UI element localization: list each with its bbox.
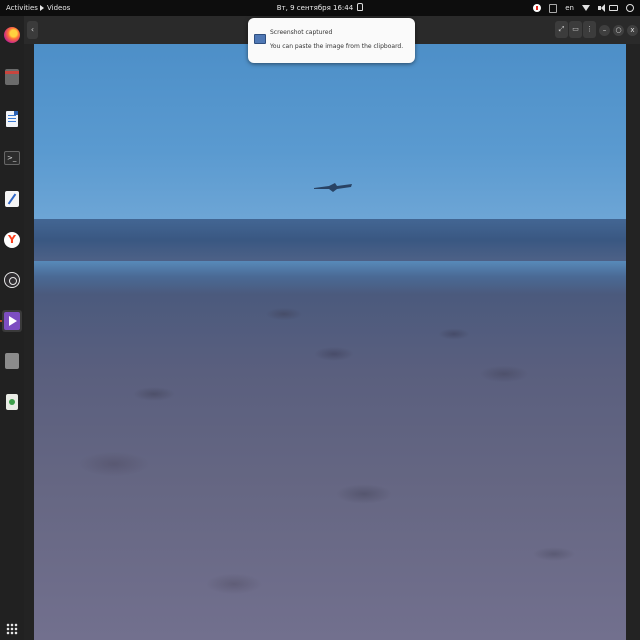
maximize-button[interactable]: ○ [613,25,624,36]
files-icon [5,69,19,85]
kebab-menu-icon: ⋮ [586,25,593,33]
notification-title: Screenshot captured [270,29,333,36]
dock-item-obs-studio[interactable] [2,269,22,291]
terminal-icon: >_ [4,151,20,165]
dock-item-files[interactable] [2,66,22,88]
dock-item-app[interactable] [2,350,22,372]
clock-label: Вт, 9 сентября 16:44 [276,4,354,12]
close-button[interactable]: x [627,25,638,36]
battery-icon[interactable] [609,5,618,11]
back-button[interactable]: ‹ [27,21,38,39]
videos-icon [4,312,20,330]
minimize-icon: – [602,26,607,34]
close-icon: x [630,26,635,34]
menu-button[interactable]: ⋮ [583,21,596,38]
dock-item-firefox[interactable] [2,24,22,46]
dock-item-text-editor[interactable] [2,188,22,210]
top-bar: Activities Videos Вт, 9 сентября 16:44 e… [0,0,640,16]
power-icon[interactable] [626,4,634,12]
dock-item-terminal[interactable]: >_ [2,147,22,169]
firefox-icon [4,27,20,43]
screen-button[interactable]: ▭ [569,21,582,38]
dock-item-trash[interactable] [2,391,22,413]
clock-button[interactable]: Вт, 9 сентября 16:44 [276,3,364,12]
dock-item-videos[interactable] [2,310,22,332]
screen-icon: ▭ [572,25,579,33]
activities-button[interactable]: Activities [6,0,38,16]
volume-icon[interactable] [598,4,605,12]
field [34,254,626,640]
screenshot-image-icon [254,34,266,44]
app-menu-label: Videos [47,4,71,12]
writer-icon [6,111,18,127]
trash-icon [6,394,18,410]
indicator-icon[interactable] [549,3,558,13]
dock: >_ [0,16,24,640]
system-tray: en [533,0,634,16]
app-menu-button[interactable]: Videos [40,0,70,16]
yandex-tray-icon[interactable] [533,4,542,12]
play-icon [40,4,44,11]
dock-item-yandex-browser[interactable] [2,229,22,251]
yandex-icon [4,232,20,248]
minimize-button[interactable]: – [599,25,610,36]
screenshot-notification[interactable]: Screenshot captured You can paste the im… [248,18,415,63]
show-apps-grid-icon[interactable] [6,623,18,635]
notification-bell-icon [357,3,364,11]
videos-window: ‹ ⤢ ▭ ⋮ – ○ x [24,16,640,640]
keyboard-layout-indicator[interactable]: en [565,0,574,16]
fullscreen-button[interactable]: ⤢ [555,21,568,38]
maximize-icon: ○ [615,26,622,34]
notification-body: You can paste the image from the clipboa… [270,43,404,50]
network-icon[interactable] [582,5,590,11]
fullscreen-icon: ⤢ [558,25,565,33]
video-frame[interactable] [34,44,626,640]
drone-image [314,183,352,192]
app-icon [5,353,19,369]
text-editor-icon [5,191,19,207]
obs-icon [4,272,20,288]
dock-item-libreoffice-writer[interactable] [2,108,22,130]
